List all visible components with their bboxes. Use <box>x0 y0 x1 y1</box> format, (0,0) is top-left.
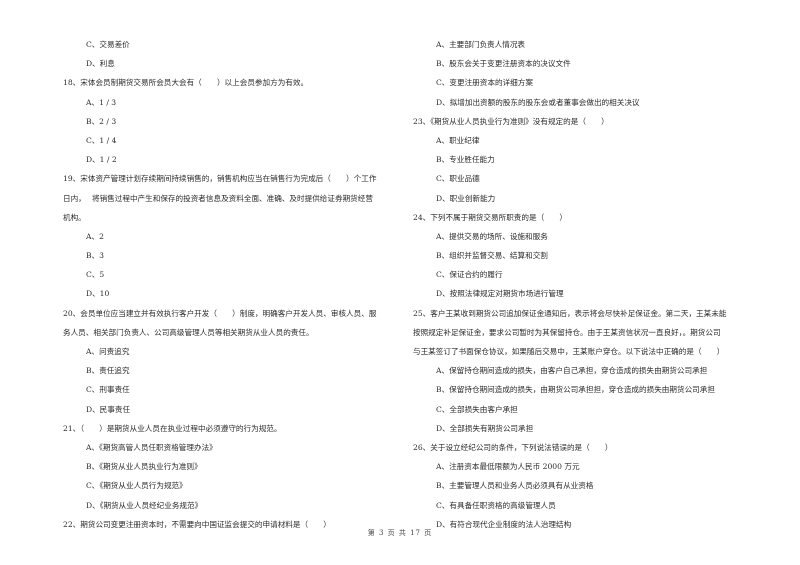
answer-option: D、10 <box>86 289 110 299</box>
answer-option: C、1 / 4 <box>86 135 117 145</box>
question-text-continued: 与王某签订了书面保仓协议，如果随后交易中，王某账户穿仓。以下说法中正确的是（ ） <box>413 347 725 356</box>
answer-option: A、1 / 3 <box>86 97 117 107</box>
question-text: 26、关于设立经纪公司的条件，下列说法错误的是（ ） <box>413 442 613 452</box>
question-text: 24、下列不属于期货交易所职责的是（ ） <box>413 212 567 222</box>
answer-option: C、交易差价 <box>86 40 130 49</box>
answer-option: A、《期货高管人员任职资格管理办法》 <box>86 442 217 452</box>
answer-option: B、主要管理人员和业务人员必须具有从业资格 <box>436 481 594 491</box>
answer-option: C、5 <box>86 270 105 280</box>
answer-option: C、职业品德 <box>436 174 480 184</box>
answer-option: A、职业纪律 <box>436 135 480 145</box>
question-text-continued: 日内， 将销售过程中产生和保存的投资者信息及资料全面、准确、及时提供给证券期货经… <box>63 193 373 203</box>
answer-option: D、按照法律规定对期货市场进行管理 <box>436 289 564 299</box>
answer-option: A、注册资本最低限额为人民币 2000 万元 <box>436 462 580 472</box>
page-footer: 第 3 页 共 17 页 <box>367 529 433 537</box>
question-text: 18、宋体会员制期货交易所会员大会有（ ）以上会员参加方为有效。 <box>63 78 309 88</box>
answer-option: A、主要部门负责人情况表 <box>436 40 526 49</box>
left-column: C、交易差价 D、利息 18、宋体会员制期货交易所会员大会有（ ）以上会员参加方为有… <box>63 40 403 539</box>
answer-option: C、有具备任职资格的高级管理人员 <box>436 500 556 510</box>
answer-option: B、责任追究 <box>86 366 130 376</box>
answer-option: C、变更注册资本的详细方案 <box>436 78 533 88</box>
answer-option: C、保证合约的履行 <box>436 270 503 280</box>
question-text-continued: 务人员、相关部门负责人、公司高级管理人员等相关期货从业人员的责任。 <box>63 327 314 337</box>
question-text-continued: 按照规定补足保证金，要求公司暂时为其保留持仓。由于王某资信状况一直良好，。期货公… <box>413 327 721 337</box>
answer-option: D、职业创新能力 <box>436 193 496 203</box>
question-text: 21、（ ）是期货从业人员在执业过程中必须遵守的行为规范。 <box>63 423 282 433</box>
answer-option: B、组织并监督交易、结算和交割 <box>436 251 548 261</box>
question-text: 20、会员单位应当建立并有效执行客户开发（ ）制度，明确客户开发人员、审核人员、… <box>63 308 377 318</box>
answer-option: C、全部损失由客户承担 <box>436 404 518 414</box>
answer-option: D、全部损失有期货公司承担 <box>436 423 534 433</box>
answer-option: C、《期货从业人员行为规范》 <box>86 481 187 491</box>
answer-option: D、《期货从业人员经纪业务规范》 <box>86 500 203 510</box>
answer-option: B、3 <box>86 251 105 261</box>
question-text-continued: 机构。 <box>63 212 86 222</box>
answer-option: B、《期货从业人员执业行为准则》 <box>86 462 202 472</box>
answer-option: D、民事责任 <box>86 404 131 414</box>
answer-option: A、提供交易的场所、设施和服务 <box>436 231 548 241</box>
question-text: 25、客户王某收到期货公司追加保证金通知后，表示将会尽快补足保证金。第二天，王某… <box>413 308 727 318</box>
question-text: 19、宋体资产管理计划存续期间持续销售的，销售机构应当在销售行为完成后（ ）个工… <box>63 174 377 184</box>
answer-option: D、利息 <box>86 59 115 69</box>
question-text: 23、《期货从业人员执业行为准则》没有规定的是（ ） <box>413 116 609 126</box>
answer-option: A、问责追究 <box>86 347 130 356</box>
answer-option: A、2 <box>86 231 104 241</box>
answer-option: A、保留持仓期间造成的损失，由客户自己承担，穿仓造成的损失由期货公司承担 <box>436 366 708 376</box>
answer-option: B、保留持仓期间造成的损失，由期货公司承担担，穿仓造成的损失由期货公司承担 <box>436 385 715 395</box>
answer-option: B、2 / 3 <box>86 116 117 126</box>
right-column: A、主要部门负责人情况表 B、股东会关于变更注册资本的决议文件 C、变更注册资本的详… <box>413 40 753 539</box>
answer-option: B、股东会关于变更注册资本的决议文件 <box>436 59 571 69</box>
answer-option: D、拟增加出资额的股东的股东会或者董事会做出的相关决议 <box>436 97 640 107</box>
answer-option: B、专业胜任能力 <box>436 155 495 165</box>
answer-option: D、1 / 2 <box>86 155 117 165</box>
answer-option: C、刑事责任 <box>86 385 130 395</box>
